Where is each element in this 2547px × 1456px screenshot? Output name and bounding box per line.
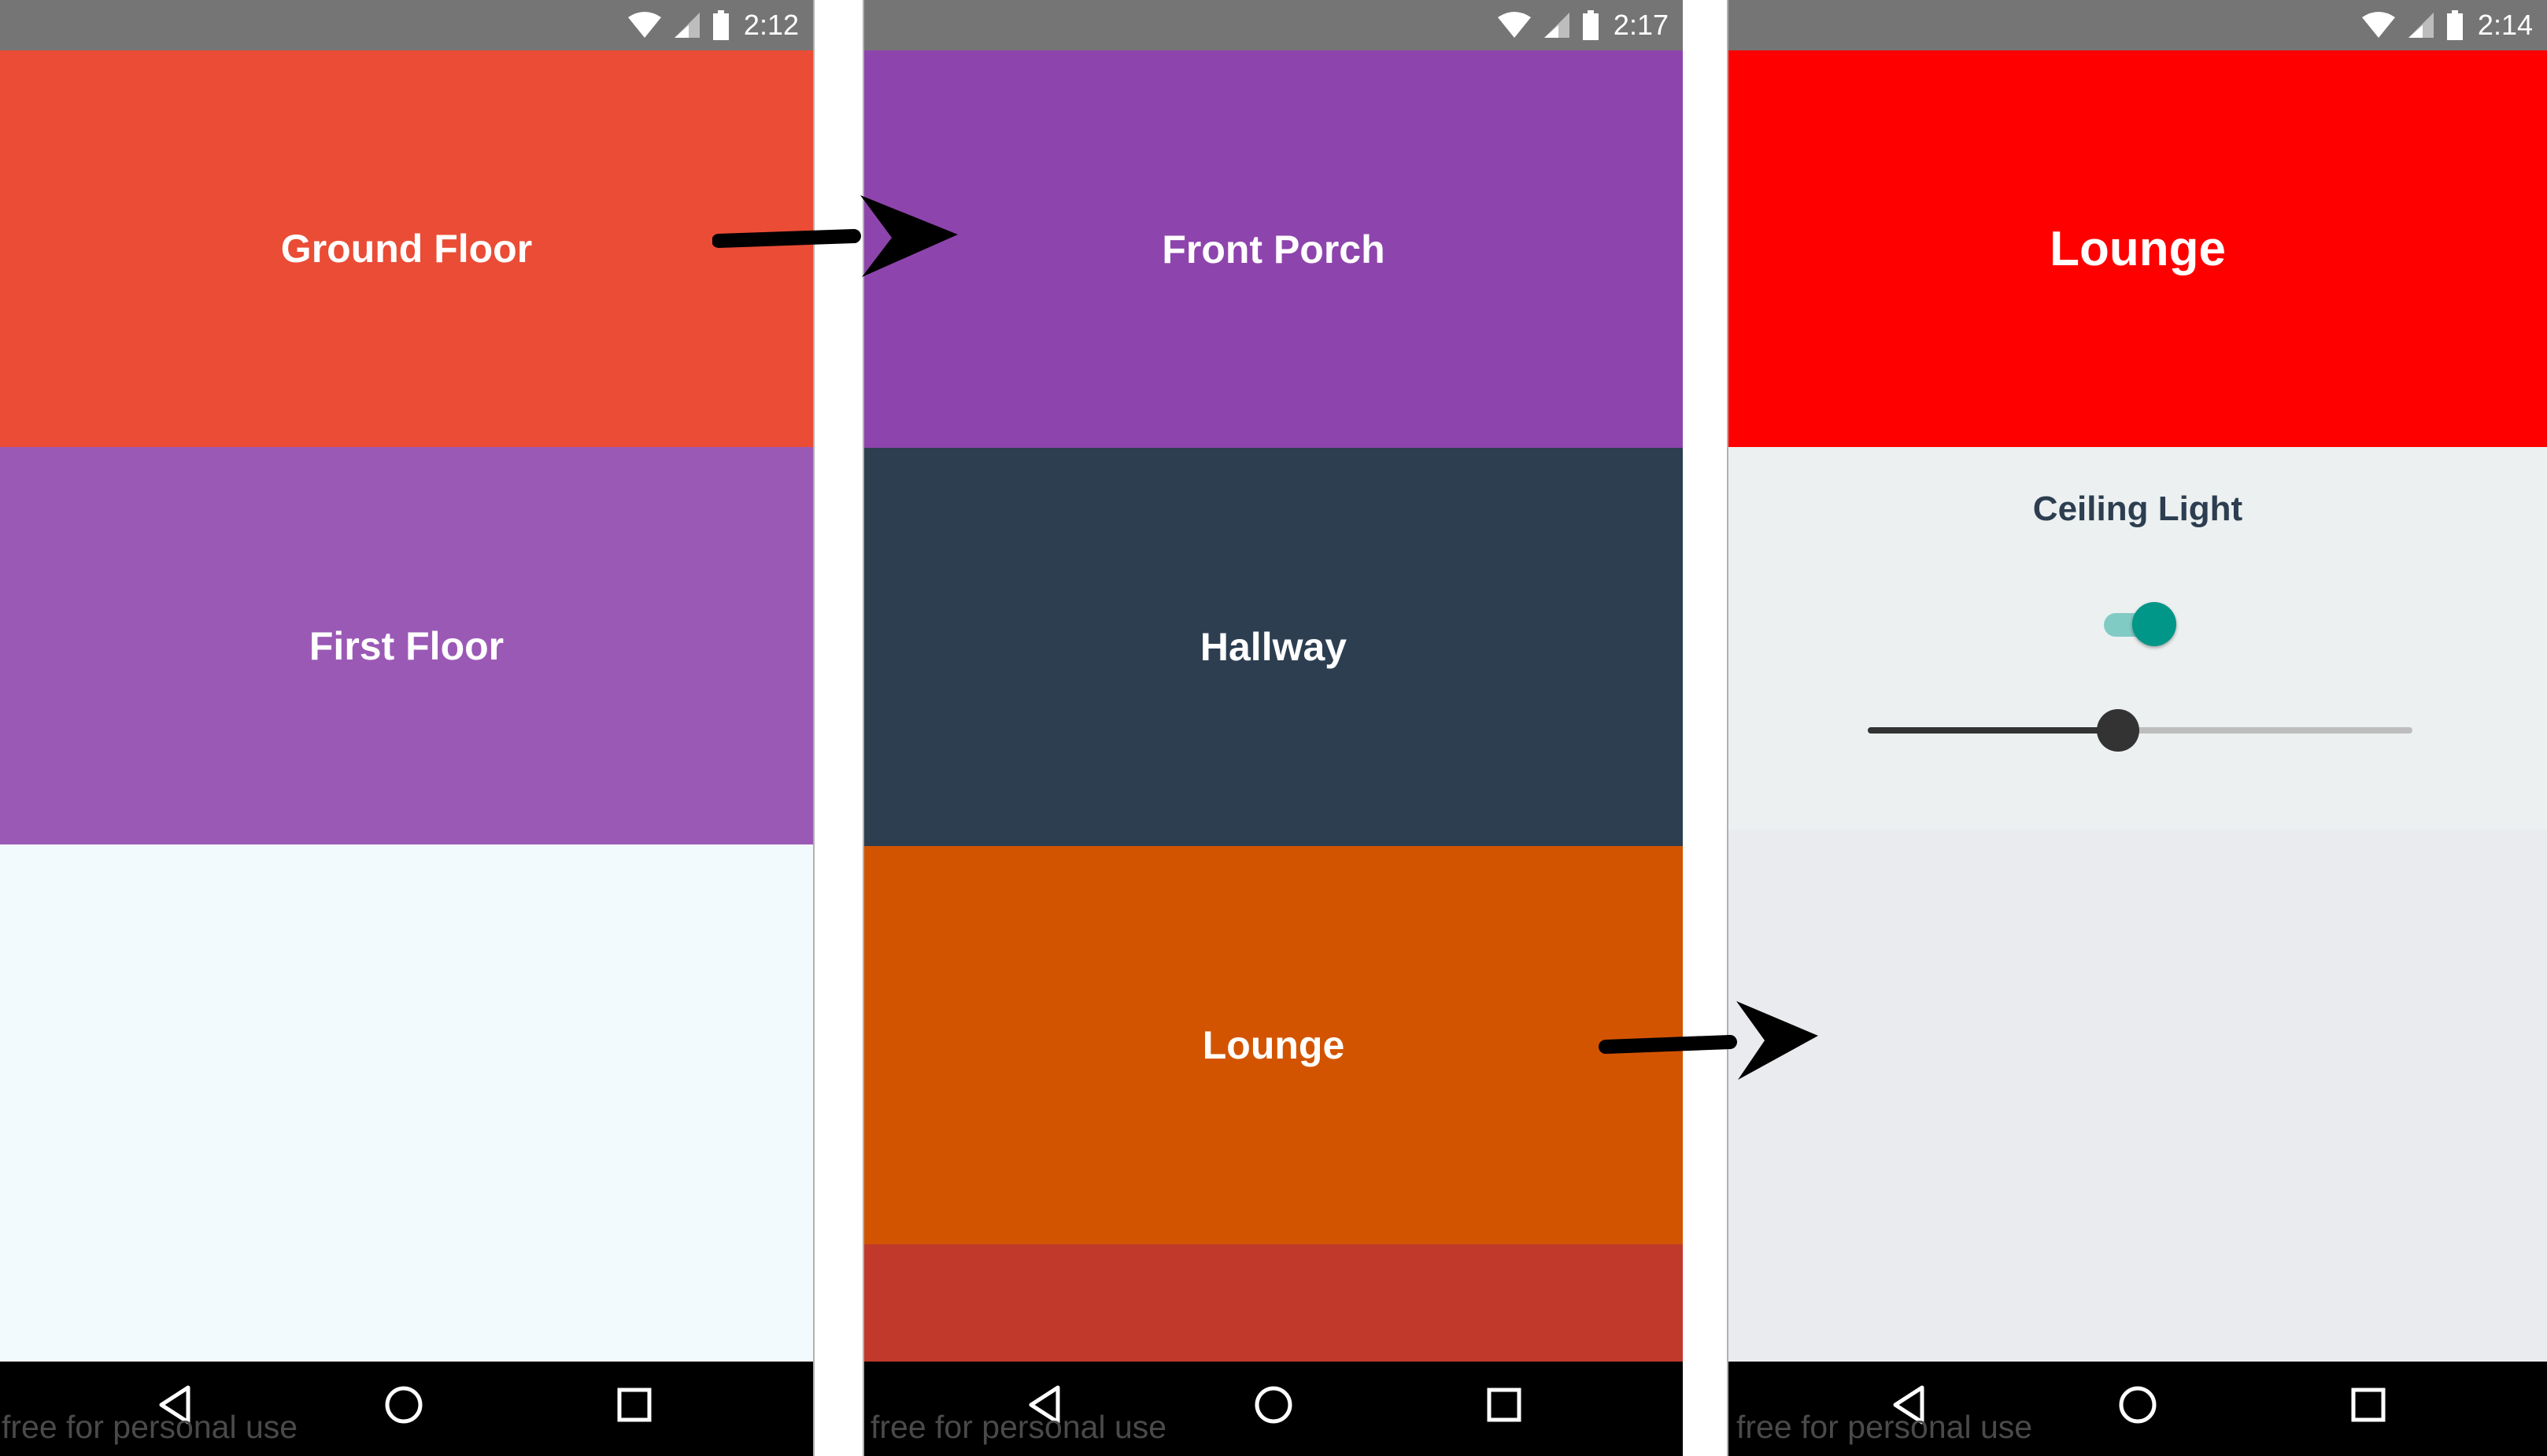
recents-button[interactable] [607, 1379, 662, 1434]
switch-thumb [2132, 602, 2176, 646]
status-time: 2:17 [1613, 9, 1669, 41]
room-header: Lounge [1728, 50, 2547, 447]
light-control-card: Ceiling Light [1728, 447, 2547, 830]
room-tile-label: Front Porch [1162, 227, 1385, 272]
home-icon [384, 1385, 423, 1428]
battery-icon [2446, 10, 2464, 40]
screen-room-detail: 2:14 Lounge Ceiling Light free for perso… [1727, 0, 2547, 1456]
signal-icon [2407, 11, 2435, 39]
recents-icon [1487, 1388, 1521, 1426]
light-name: Ceiling Light [2032, 490, 2243, 528]
watermark-text: free for personal use [1736, 1409, 2033, 1445]
recents-button[interactable] [2341, 1379, 2396, 1434]
floor-tile-label: Ground Floor [280, 227, 533, 271]
empty-area [0, 844, 813, 1362]
wifi-icon [2361, 11, 2396, 39]
floor-tile-first-floor[interactable]: First Floor [0, 447, 813, 844]
home-button[interactable] [2110, 1379, 2165, 1434]
home-button[interactable] [376, 1379, 431, 1434]
status-bar: 2:12 [0, 0, 813, 50]
watermark-text: free for personal use [2, 1409, 298, 1445]
status-bar: 2:17 [864, 0, 1683, 50]
wifi-icon [1497, 11, 1532, 39]
room-tile-front-porch[interactable]: Front Porch [864, 50, 1683, 448]
recents-icon [617, 1388, 652, 1426]
status-time: 2:12 [743, 9, 799, 41]
watermark-text: free for personal use [871, 1409, 1167, 1445]
floor-tile-ground-floor[interactable]: Ground Floor [0, 50, 813, 447]
room-tile-label: Hallway [1200, 625, 1347, 669]
home-icon [1254, 1385, 1293, 1428]
screen-floors: 2:12 Ground Floor First Floor free for p… [0, 0, 815, 1456]
status-time: 2:14 [2477, 9, 2533, 41]
home-button[interactable] [1246, 1379, 1301, 1434]
room-tile-label: Lounge [1202, 1023, 1345, 1067]
wifi-icon [627, 11, 662, 39]
room-tile-hallway[interactable]: Hallway [864, 448, 1683, 846]
recents-icon [2351, 1388, 2386, 1426]
brightness-slider[interactable] [1868, 707, 2412, 754]
slider-thumb[interactable] [2097, 709, 2140, 752]
signal-icon [1543, 11, 1571, 39]
home-icon [2118, 1385, 2157, 1428]
room-title: Lounge [2050, 221, 2226, 276]
slider-fill [1868, 727, 2119, 734]
signal-icon [673, 11, 701, 39]
screen-rooms: 2:17 Front Porch Hallway Lounge free for… [863, 0, 1683, 1456]
status-bar: 2:14 [1728, 0, 2547, 50]
battery-icon [712, 10, 730, 40]
floor-tile-label: First Floor [309, 623, 505, 668]
battery-icon [1582, 10, 1599, 40]
room-tile-partial[interactable] [864, 1244, 1683, 1362]
room-tile-lounge[interactable]: Lounge [864, 846, 1683, 1244]
light-toggle-switch[interactable] [2102, 601, 2181, 648]
empty-area [1728, 830, 2547, 1362]
recents-button[interactable] [1477, 1379, 1532, 1434]
